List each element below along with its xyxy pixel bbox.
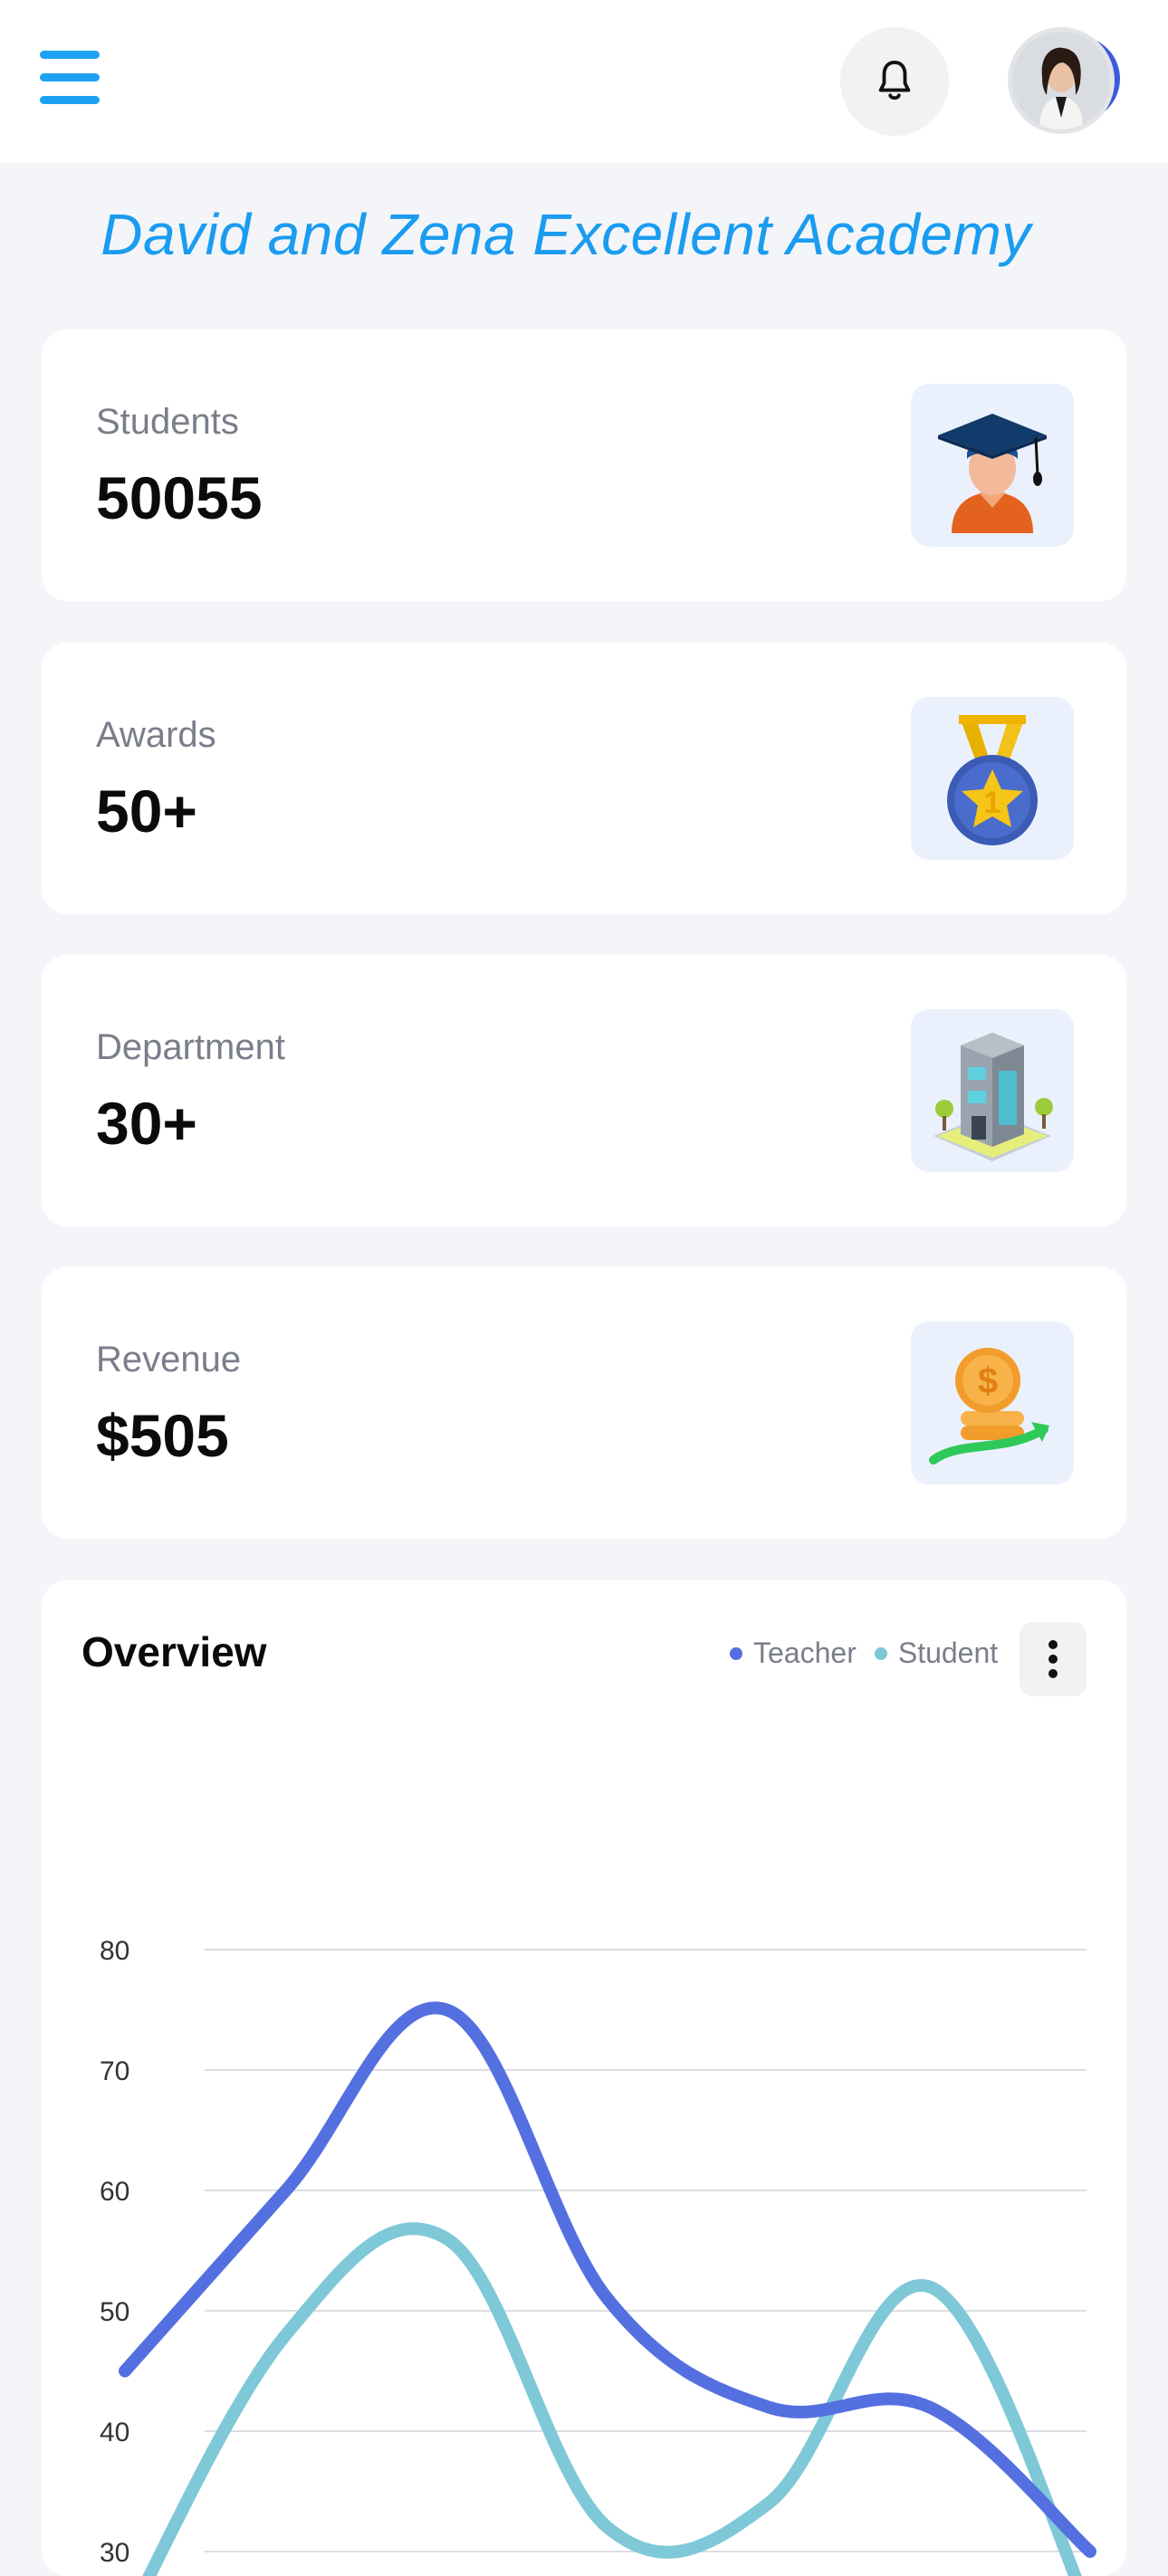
stat-label: Awards	[96, 715, 216, 755]
y-tick-label: 50	[100, 2297, 129, 2327]
y-tick-label: 40	[100, 2418, 129, 2447]
page-title: David and Zena Excellent Academy	[101, 202, 1031, 267]
svg-text:1: 1	[984, 786, 1001, 820]
overview-card: Overview Teacher Student 20304050607080	[42, 1580, 1126, 2576]
legend-label: Teacher	[753, 1636, 857, 1669]
stat-value: 50+	[96, 778, 197, 844]
stat-value: 30+	[96, 1090, 197, 1157]
stat-label: Students	[96, 402, 239, 442]
overview-title: Overview	[81, 1628, 267, 1675]
stat-card-department[interactable]: Department 30+	[42, 955, 1126, 1226]
profile-button[interactable]	[1008, 27, 1124, 143]
stat-label: Revenue	[96, 1340, 242, 1379]
top-bar	[0, 0, 1168, 163]
stat-value: $505	[96, 1402, 229, 1469]
y-tick-label: 70	[100, 2056, 129, 2086]
legend-item-teacher[interactable]: Teacher	[730, 1636, 857, 1670]
user-avatar	[1008, 27, 1115, 134]
legend-label: Student	[897, 1636, 999, 1669]
y-tick-label: 80	[100, 1936, 129, 1966]
graduate-icon	[911, 384, 1074, 547]
hamburger-menu-icon[interactable]	[40, 51, 100, 105]
svg-text:$: $	[978, 1361, 998, 1401]
revenue-coin-icon: $	[911, 1321, 1074, 1484]
stat-card-students[interactable]: Students 50055	[42, 329, 1126, 601]
bell-icon	[878, 60, 911, 100]
y-tick-label: 30	[100, 2538, 129, 2568]
series-line-student	[142, 2222, 1082, 2576]
stat-card-revenue[interactable]: Revenue $505 $	[42, 1267, 1126, 1539]
stat-value: 50055	[96, 464, 263, 531]
building-icon	[911, 1009, 1074, 1172]
legend-dot-student	[874, 1646, 887, 1660]
kebab-menu-icon[interactable]	[1020, 1622, 1087, 1696]
stat-card-awards[interactable]: Awards 50+ 1	[42, 643, 1126, 914]
notification-button[interactable]	[840, 27, 949, 136]
legend-dot-teacher	[730, 1646, 742, 1660]
overview-line-chart: 20304050607080	[100, 1936, 1096, 2576]
stat-label: Department	[96, 1027, 285, 1067]
series-line-teacher	[119, 2001, 1096, 2558]
chart-legend: Teacher Student	[730, 1636, 1016, 1670]
y-tick-label: 60	[100, 2177, 129, 2207]
legend-item-student[interactable]: Student	[874, 1636, 999, 1670]
medal-icon: 1	[911, 697, 1074, 860]
